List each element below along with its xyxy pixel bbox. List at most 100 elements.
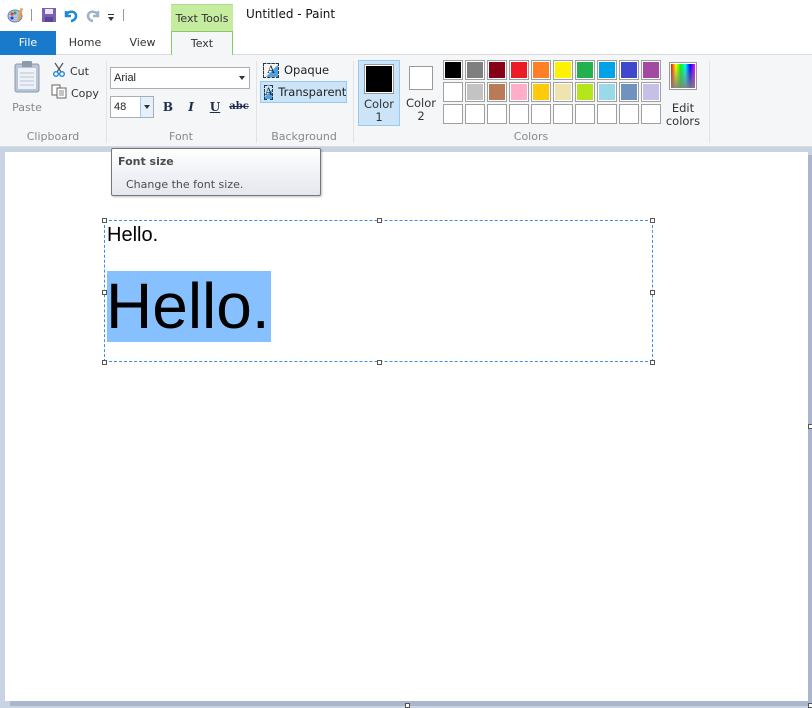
canvas-text-line-1[interactable]: Hello. [107, 223, 158, 247]
ribbon-tab-row: File Home View Text [0, 31, 812, 56]
transparent-button[interactable]: A Transparent [260, 81, 347, 103]
custom-color-slot[interactable] [487, 104, 507, 124]
chevron-down-icon [144, 105, 150, 109]
color2-label-line2: 2 [417, 109, 425, 123]
custom-color-slot[interactable] [641, 104, 661, 124]
font-group-label: Font [169, 130, 193, 143]
custom-color-slot[interactable] [597, 104, 617, 124]
palette-color-swatch[interactable] [553, 60, 573, 80]
text-box-handle-top[interactable] [377, 218, 382, 223]
transparent-background-icon: A [264, 84, 274, 100]
font-size-value: 48 [114, 101, 127, 113]
undo-icon[interactable] [63, 7, 79, 23]
canvas-resize-handle-bottom[interactable] [405, 703, 410, 708]
palette-color-swatch[interactable] [443, 82, 463, 102]
color1-swatch [364, 64, 394, 94]
palette-color-swatch[interactable] [597, 82, 617, 102]
paste-button[interactable]: Paste [8, 59, 46, 117]
canvas-shadow [10, 701, 812, 706]
font-size-tooltip: Font size Change the font size. [111, 148, 321, 196]
scissors-icon [52, 62, 66, 80]
palette-color-swatch[interactable] [465, 60, 485, 80]
text-tools-context-header: Text Tools [171, 4, 233, 31]
paint-app-icon[interactable] [7, 7, 25, 23]
opaque-background-icon: A [263, 62, 279, 78]
font-family-select[interactable]: Arial [110, 67, 250, 89]
clipboard-icon [14, 61, 40, 96]
italic-button[interactable]: I [181, 98, 201, 116]
qat-separator [123, 9, 124, 21]
copy-label: Copy [71, 86, 99, 100]
text-box-handle-bottom-left[interactable] [102, 360, 107, 365]
text-box-handle-top-right[interactable] [650, 218, 655, 223]
edit-colors-label: Edit colors [664, 102, 702, 128]
paste-label: Paste [12, 101, 42, 114]
palette-color-swatch[interactable] [553, 82, 573, 102]
palette-color-swatch[interactable] [575, 60, 595, 80]
palette-color-swatch[interactable] [443, 60, 463, 80]
strikethrough-button[interactable]: abc [228, 98, 250, 116]
color-spectrum-icon [669, 62, 697, 90]
palette-color-swatch[interactable] [509, 60, 529, 80]
underline-button[interactable]: U [205, 98, 225, 116]
palette-color-swatch[interactable] [641, 60, 661, 80]
palette-color-swatch[interactable] [619, 82, 639, 102]
palette-color-swatch[interactable] [487, 82, 507, 102]
palette-color-swatch[interactable] [619, 60, 639, 80]
custom-color-slot[interactable] [553, 104, 573, 124]
text-box-handle-bottom-right[interactable] [650, 360, 655, 365]
canvas-resize-handle-corner[interactable] [808, 703, 812, 708]
copy-icon [51, 84, 67, 102]
colors-group-label: Colors [513, 130, 549, 143]
bold-button[interactable]: B [158, 98, 178, 116]
custom-color-slot[interactable] [531, 104, 551, 124]
font-size-select[interactable]: 48 [110, 96, 154, 118]
palette-color-swatch[interactable] [509, 82, 529, 102]
custom-color-slot[interactable] [575, 104, 595, 124]
palette-color-swatch[interactable] [531, 60, 551, 80]
customize-qat-icon[interactable] [107, 11, 115, 27]
opaque-button[interactable]: A Opaque [260, 59, 346, 81]
custom-color-slot[interactable] [465, 104, 485, 124]
color1-label: Color 1 [359, 98, 399, 124]
tab-home[interactable]: Home [56, 31, 114, 55]
canvas-resize-handle-right[interactable] [808, 424, 812, 429]
color2-swatch [409, 66, 433, 90]
window-title: Untitled - Paint [246, 7, 336, 21]
custom-color-slot[interactable] [443, 104, 463, 124]
color1-label-line2: 1 [375, 110, 383, 124]
background-group-label: Background [271, 130, 337, 143]
text-box-handle-bottom[interactable] [377, 360, 382, 365]
palette-color-swatch[interactable] [487, 60, 507, 80]
opaque-label: Opaque [284, 63, 330, 77]
palette-color-swatch[interactable] [641, 82, 661, 102]
text-box-handle-right[interactable] [650, 290, 655, 295]
canvas-text-line-2-selected[interactable]: Hello. [106, 268, 270, 344]
palette-color-swatch[interactable] [575, 82, 595, 102]
edit-colors-button[interactable]: Edit colors [664, 60, 702, 128]
font-size-dropdown-button[interactable] [140, 97, 153, 117]
edit-colors-label-line2: colors [665, 114, 701, 128]
redo-icon[interactable] [85, 7, 101, 23]
ribbon: Paste Cut Copy Clipboard Arial 48 B I U … [0, 55, 812, 147]
tab-view[interactable]: View [114, 31, 171, 55]
cut-button[interactable]: Cut [52, 62, 89, 80]
save-icon[interactable] [41, 7, 57, 23]
cut-label: Cut [70, 64, 89, 78]
custom-color-slot[interactable] [619, 104, 639, 124]
custom-color-slot[interactable] [509, 104, 529, 124]
color2-button[interactable]: Color 2 [402, 60, 440, 126]
transparent-label: Transparent [278, 85, 347, 99]
palette-color-swatch[interactable] [531, 82, 551, 102]
palette-color-swatch[interactable] [465, 82, 485, 102]
title-bar: Text Tools Untitled - Paint [0, 0, 812, 31]
copy-button[interactable]: Copy [51, 84, 99, 102]
chevron-down-icon [239, 76, 245, 80]
tab-file[interactable]: File [0, 31, 56, 55]
tab-text[interactable]: Text [171, 31, 233, 56]
color2-label: Color 2 [402, 97, 440, 123]
palette-color-swatch[interactable] [597, 60, 617, 80]
canvas-shadow [808, 155, 812, 705]
color1-button[interactable]: Color 1 [358, 60, 400, 126]
font-family-value: Arial [114, 72, 137, 84]
